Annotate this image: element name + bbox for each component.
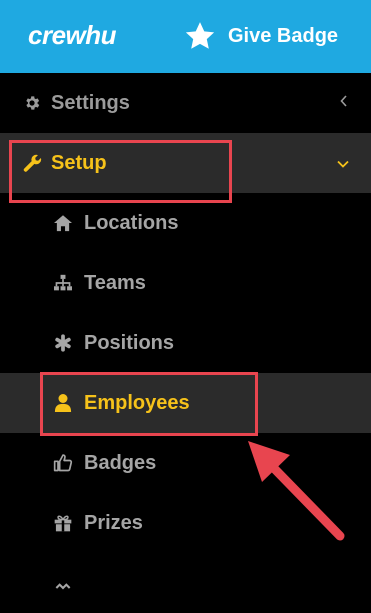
chevron-left-icon [339, 94, 349, 112]
give-badge-button[interactable]: Give Badge [184, 20, 338, 52]
sidebar-item-next[interactable] [0, 553, 371, 613]
top-bar: crewhu Give Badge [0, 0, 371, 73]
sidebar-item-teams-label: Teams [84, 271, 146, 294]
sidebar-item-badges-label: Badges [84, 451, 157, 474]
crewhu-logo[interactable]: crewhu [28, 20, 117, 51]
sidebar-item-prizes-label: Prizes [84, 511, 143, 534]
sidebar-item-settings[interactable]: Settings [0, 73, 371, 133]
sidebar-item-teams[interactable]: Teams [0, 253, 371, 313]
sidebar-item-setup[interactable]: Setup [0, 133, 371, 193]
sidebar-item-employees[interactable]: Employees [0, 373, 371, 433]
sidebar-item-locations-label: Locations [84, 211, 179, 234]
sidebar-item-setup-label: Setup [51, 151, 107, 174]
star-icon [184, 20, 216, 52]
cut-off-icon [53, 573, 73, 593]
asterisk-icon [53, 333, 73, 353]
sitemap-icon [53, 273, 73, 293]
sidebar-item-badges[interactable]: Badges [0, 433, 371, 493]
user-icon [53, 393, 73, 413]
gift-icon [53, 513, 73, 533]
sidebar-item-employees-label: Employees [84, 391, 190, 414]
sidebar-item-settings-label: Settings [51, 91, 130, 114]
sidebar-item-positions-label: Positions [84, 331, 175, 354]
chevron-down-icon [337, 155, 349, 173]
wrench-icon [22, 153, 42, 173]
sidebar-item-prizes[interactable]: Prizes [0, 493, 371, 553]
sidebar-item-locations[interactable]: Locations [0, 193, 371, 253]
gear-icon [22, 93, 42, 113]
home-icon [53, 213, 73, 233]
thumbs-up-icon [53, 453, 73, 473]
give-badge-label: Give Badge [228, 24, 339, 47]
sidebar-item-positions[interactable]: Positions [0, 313, 371, 373]
